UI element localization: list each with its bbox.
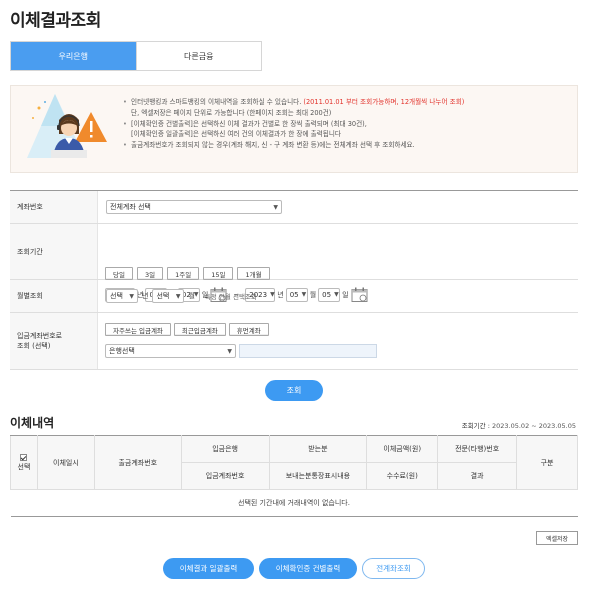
monthly-month-select[interactable]: 선택 ▼: [152, 289, 185, 303]
period-1month-button[interactable]: 1개월: [237, 267, 270, 280]
period-row: 조회기간 당일 3일 1주일 15일 1개월 2023▼ 년 05▼ 월 02▼…: [10, 224, 578, 302]
notice-line: 단, 엑셀저장은 페이지 단위로 가능합니다 (한페이지 조회는 최대 200건…: [131, 108, 332, 117]
header-phone: 전문(타행)번호: [437, 435, 518, 463]
notice-box: 인터넷뱅킹과 스마트뱅킹의 이체내역을 조회하실 수 있습니다. (2011.0…: [10, 85, 578, 173]
customer-service-illustration-icon: [27, 94, 107, 158]
account-select[interactable]: 전체계좌 선택 ▼: [106, 200, 282, 214]
header-date: 이체일시: [36, 435, 95, 490]
header-result: 결과: [437, 462, 518, 490]
chevron-down-icon: ▼: [129, 292, 134, 300]
select-all-checkbox[interactable]: [20, 454, 28, 461]
chevron-down-icon: ▼: [227, 347, 232, 355]
monthly-note: 특정 연월 선택조회: [204, 293, 257, 301]
select-all-header: 선택: [10, 435, 38, 490]
chevron-down-icon: ▼: [175, 292, 181, 300]
header-out-account: 출금계좌번호: [93, 435, 182, 490]
notice-list: 인터넷뱅킹과 스마트뱅킹의 이체내역을 조회하실 수 있습니다. (2011.0…: [123, 97, 573, 151]
inbound-buttons: 자주쓰는 입금계좌 최근입금계좌 휴먼계좌: [105, 323, 269, 336]
period-3days-button[interactable]: 3일: [136, 267, 164, 280]
bank-select[interactable]: 은행선택 ▼: [105, 344, 236, 358]
select-header-label: 선택: [17, 463, 31, 471]
inbound-label: 입금계좌번호로 조회 (선택): [10, 313, 98, 369]
batch-print-button[interactable]: 이체결과 일괄출력: [163, 558, 254, 579]
header-in-account: 입금계좌번호: [180, 462, 270, 490]
header-fee: 수수료(원): [366, 462, 439, 490]
monthly-row: 월별조회 선택 ▼ 년 선택 ▼ 월 특정 연월 선택조회: [10, 280, 578, 313]
header-type: 구분: [516, 435, 578, 490]
period-1week-button[interactable]: 1주일: [167, 267, 200, 280]
search-form: 계좌번호 전체계좌 선택 ▼ 조회기간 당일 3일 1주일 15일 1개월 202…: [10, 190, 578, 370]
table-row: 선택된 기간내에 거래내역이 없습니다.: [10, 489, 578, 517]
transfer-table: 선택 이체일시 출금계좌번호 입금은행 받는분 이체금액(원) 전문(타행)번호…: [10, 435, 578, 517]
quick-period-buttons: 당일 3일 1주일 15일 1개월: [105, 267, 270, 280]
period-summary-label: 조회기간 :: [461, 422, 490, 430]
inbound-label-line1: 입금계좌번호로: [17, 332, 63, 340]
single-print-button[interactable]: 이체확인증 건별출력: [259, 558, 357, 579]
monthly-month-unit: 월: [188, 292, 195, 300]
section-title: 이체내역: [10, 416, 55, 430]
account-select-value: 전체계좌 선택: [110, 203, 151, 211]
header-memo: 보내는분통장표시내용: [268, 462, 368, 490]
chevron-down-icon: ▼: [273, 203, 278, 211]
header-in-bank: 입금은행: [180, 435, 270, 463]
monthly-label: 월별조회: [10, 280, 98, 312]
account-label: 계좌번호: [10, 191, 98, 223]
monthly-year-unit: 년: [142, 292, 149, 300]
period-summary: 조회기간 : 2023.05.02 ~ 2023.05.05: [462, 420, 576, 430]
monthly-month-value: 선택: [156, 292, 170, 300]
period-summary-value: 2023.05.02 ~ 2023.05.05: [491, 422, 576, 430]
bottom-actions: 이체결과 일괄출력 이체확인증 건별출력 전계좌조회: [163, 558, 425, 579]
page-title: 이체결과조회: [10, 11, 101, 31]
inbound-inputs: 은행선택 ▼: [105, 344, 377, 358]
excel-save-button[interactable]: 엑셀저장: [536, 531, 578, 545]
header-amount: 이체금액(원): [366, 435, 439, 463]
header-recipient: 받는분: [268, 435, 368, 463]
period-15days-button[interactable]: 15일: [203, 267, 234, 280]
tab-bar: 우리은행 다른금융: [10, 41, 262, 71]
period-label: 조회기간: [10, 224, 98, 279]
all-accounts-button[interactable]: 전계좌조회: [362, 558, 425, 579]
search-button[interactable]: 조회: [265, 380, 323, 401]
notice-line: [이체확인증 건별출력]은 선택하신 이체 결과가 건별로 한 장씩 출력되며 …: [123, 119, 573, 130]
recent-account-button[interactable]: 최근입금계좌: [173, 323, 226, 336]
period-today-button[interactable]: 당일: [105, 267, 133, 280]
notice-line: 출금계좌번호가 조회되지 않는 경우(계좌 해지, 신 - 구 계좌 변환 등)…: [123, 140, 573, 151]
notice-line: 인터넷뱅킹과 스마트뱅킹의 이체내역을 조회하실 수 있습니다. (2011.0…: [123, 97, 573, 108]
frequent-account-button[interactable]: 자주쓰는 입금계좌: [105, 323, 171, 336]
inbound-row: 입금계좌번호로 조회 (선택) 자주쓰는 입금계좌 최근입금계좌 휴먼계좌 은행…: [10, 313, 578, 370]
bank-select-value: 은행선택: [109, 347, 135, 355]
dormant-account-button[interactable]: 휴먼계좌: [228, 323, 269, 336]
account-row: 계좌번호 전체계좌 선택 ▼: [10, 191, 578, 224]
tab-other-finance[interactable]: 다른금융: [135, 42, 261, 70]
empty-message: 선택된 기간내에 거래내역이 없습니다.: [10, 489, 578, 517]
inbound-label-line2: 조회 (선택): [17, 342, 51, 350]
monthly-year-select[interactable]: 선택 ▼: [106, 289, 138, 303]
inbound-account-input[interactable]: [239, 344, 377, 358]
notice-line: [이체확인증 일괄출력]은 선택하신 여러 건의 이체결과가 한 장에 출력됩니…: [131, 130, 341, 139]
tab-woori-bank[interactable]: 우리은행: [11, 42, 136, 70]
monthly-year-value: 선택: [110, 292, 123, 300]
table-header-row: 선택 이체일시 출금계좌번호 입금은행 받는분 이체금액(원) 전문(타행)번호…: [10, 435, 578, 490]
